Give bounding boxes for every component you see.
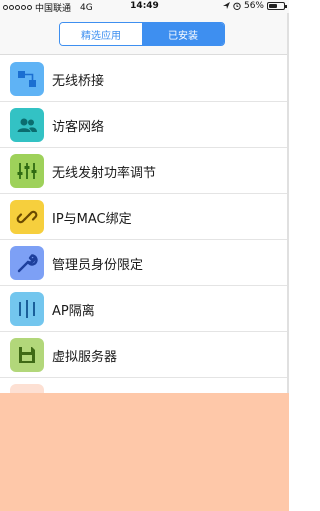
list-item-ip-mac-binding[interactable]: IP与MAC绑定 xyxy=(0,194,289,240)
isolation-bars-icon xyxy=(10,292,44,326)
app-label: IP与MAC绑定 xyxy=(52,211,132,227)
app-label: 无线发射功率调节 xyxy=(52,165,157,181)
app-label: AP隔离 xyxy=(52,303,95,319)
status-bar: 中国联通 4G 14:49 56% xyxy=(0,0,289,14)
alarm-icon xyxy=(233,2,241,10)
list-item-virtual-server[interactable]: 虚拟服务器 xyxy=(0,332,289,378)
list-item-tx-power[interactable]: 无线发射功率调节 xyxy=(0,148,289,194)
list-item-ap-isolation[interactable]: AP隔离 xyxy=(0,286,289,332)
battery-icon xyxy=(267,2,287,10)
location-icon xyxy=(222,2,230,9)
bottom-overlay xyxy=(0,393,289,511)
app-label: 无线桥接 xyxy=(52,73,105,89)
tab-featured-apps[interactable]: 精选应用 xyxy=(60,23,142,45)
list-item-admin-restrict[interactable]: 管理员身份限定 xyxy=(0,240,289,286)
app-list: 无线桥接 访客网络 无线发射功率调节 IP与MAC绑定 管理员身份限定 AP隔离… xyxy=(0,56,289,424)
app-label: 管理员身份限定 xyxy=(52,257,144,273)
segmented-control: 精选应用 已安装 xyxy=(59,22,225,46)
list-item-guest-network[interactable]: 访客网络 xyxy=(0,102,289,148)
app-label: 虚拟服务器 xyxy=(52,349,118,365)
power-slider-icon xyxy=(10,154,44,188)
list-item-wireless-bridge[interactable]: 无线桥接 xyxy=(0,56,289,102)
scroll-edge xyxy=(287,13,289,393)
tab-installed[interactable]: 已安装 xyxy=(142,23,224,45)
header: 精选应用 已安装 xyxy=(0,13,289,55)
app-label: 访客网络 xyxy=(52,119,105,135)
wrench-icon xyxy=(10,246,44,280)
guest-users-icon xyxy=(10,108,44,142)
bridge-icon xyxy=(10,62,44,96)
status-right: 56% xyxy=(222,1,287,11)
floppy-icon xyxy=(10,338,44,372)
battery-percent: 56% xyxy=(243,1,264,11)
link-icon xyxy=(10,200,44,234)
